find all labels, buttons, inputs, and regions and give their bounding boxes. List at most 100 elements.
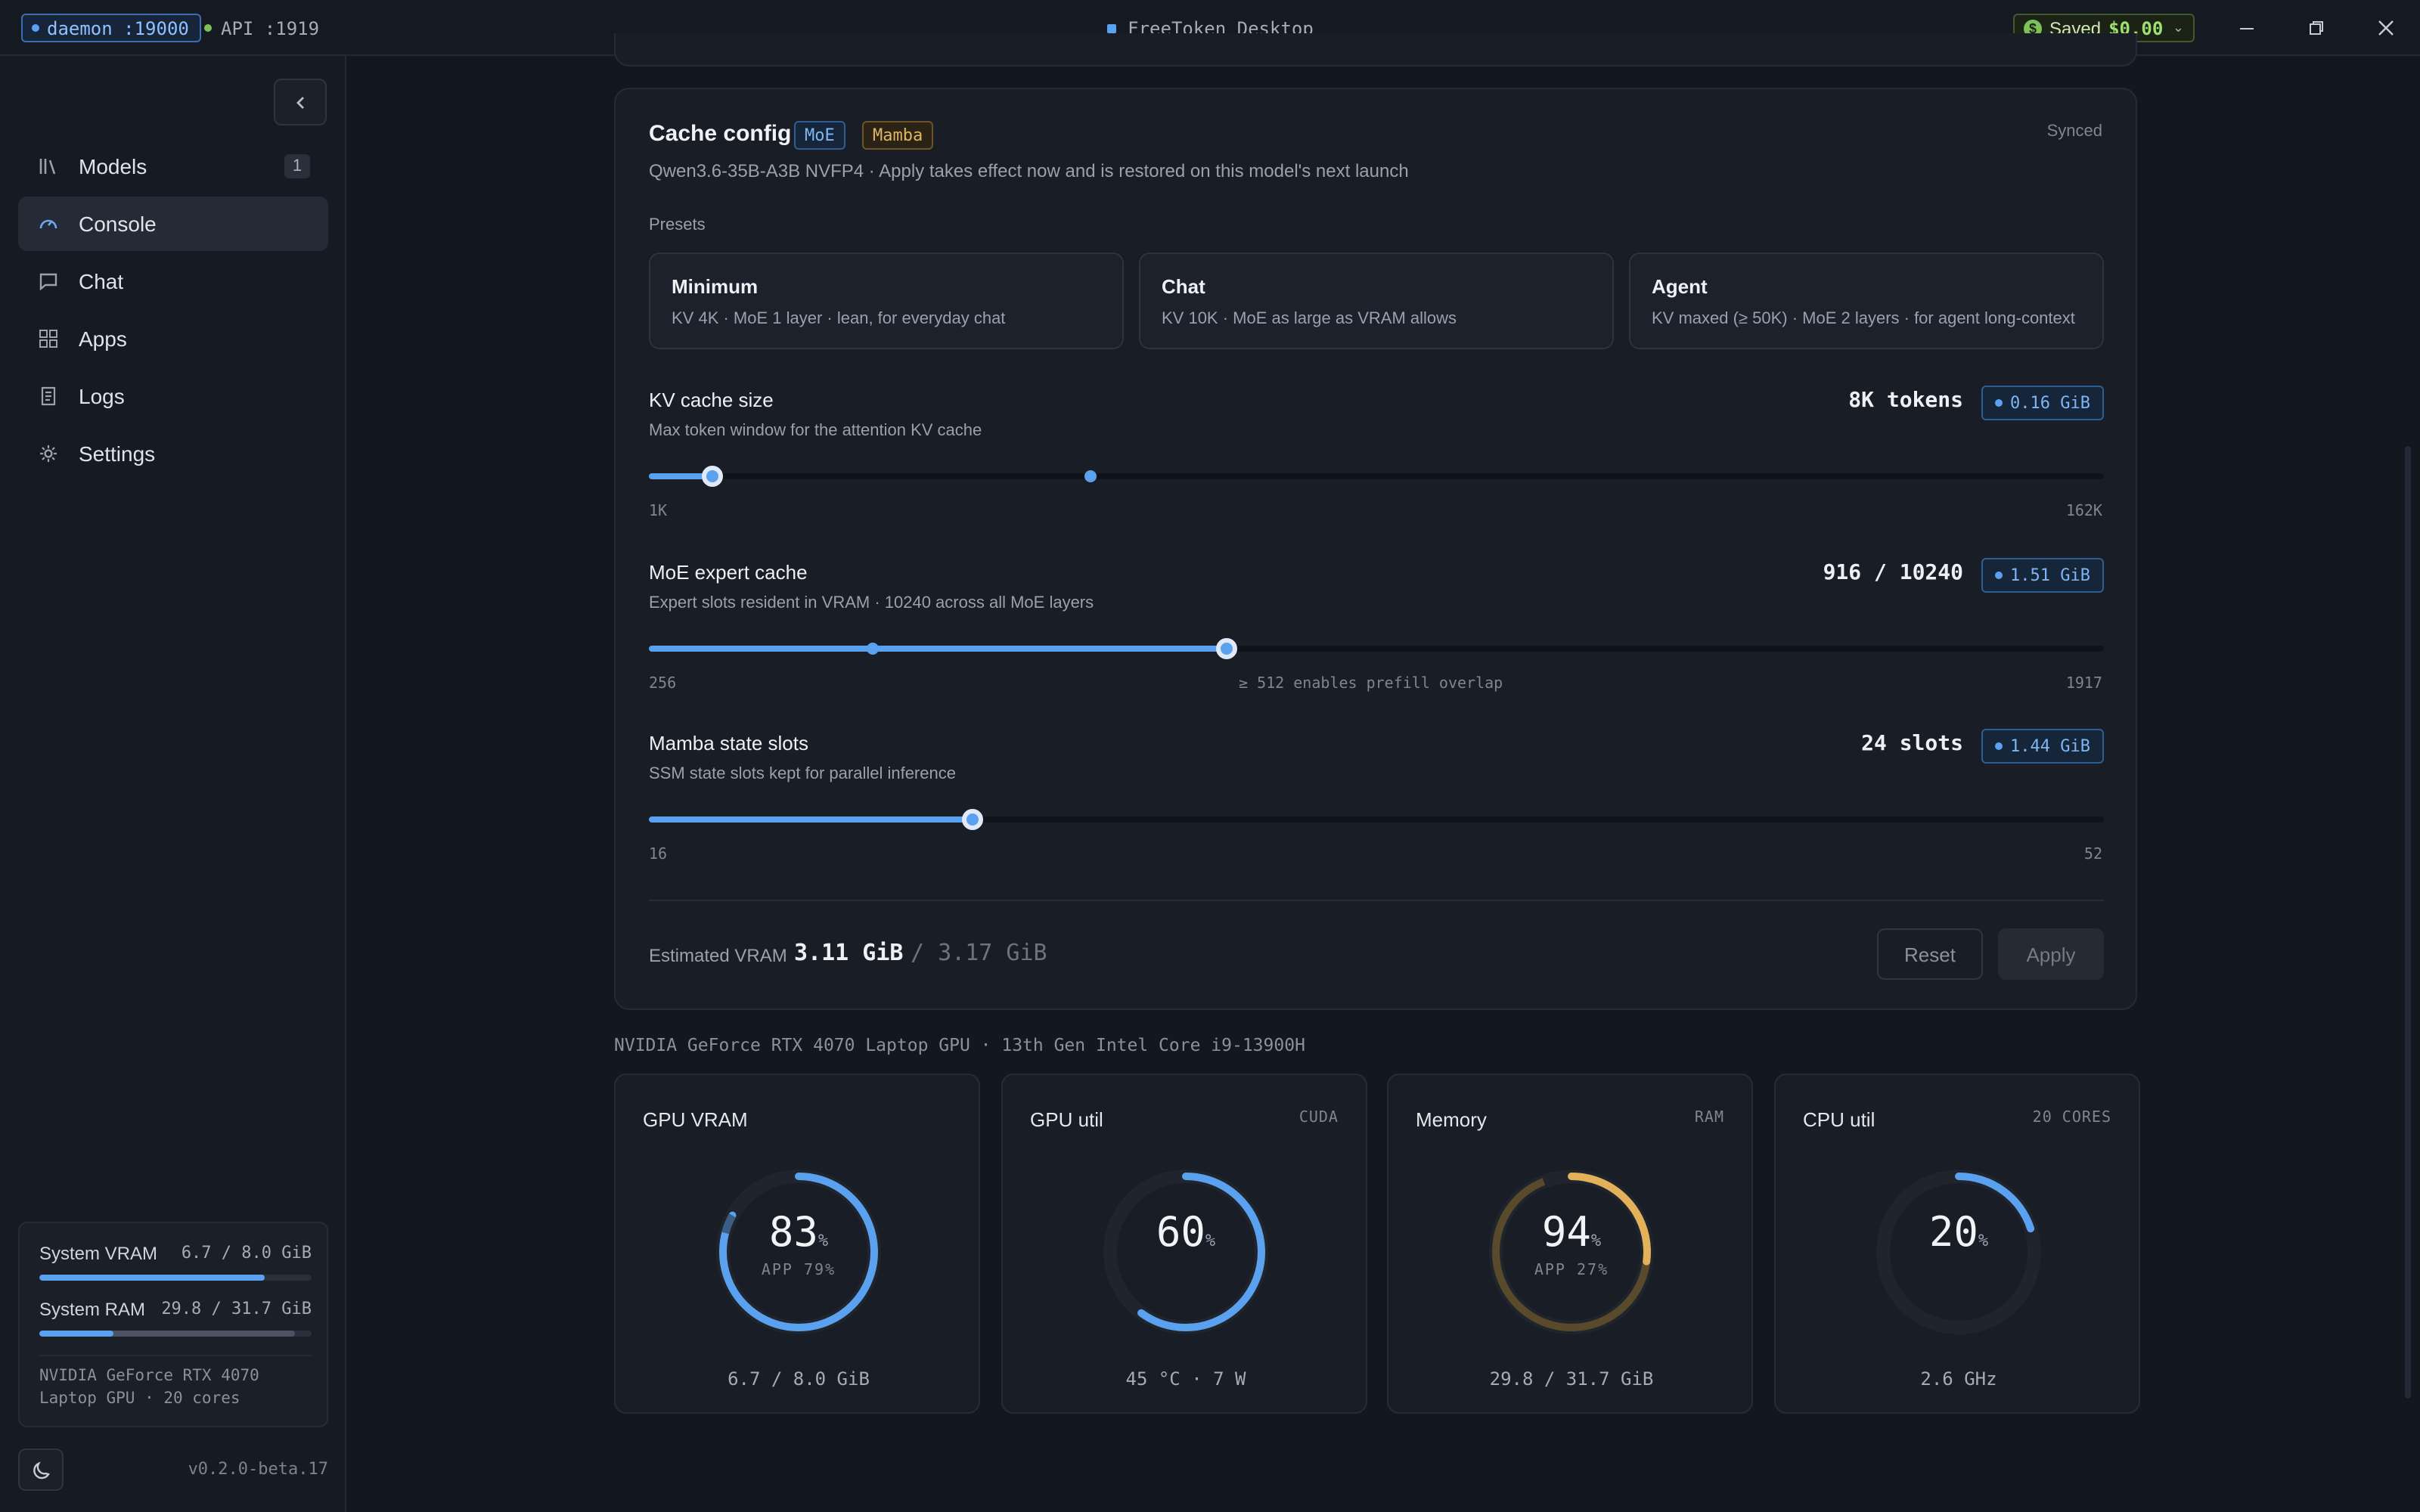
presets-label: Presets — [649, 216, 706, 234]
preset-name: Minimum — [672, 275, 759, 298]
moe-tag: MoE — [794, 121, 845, 150]
gauge-tag: RAM — [1694, 1110, 1724, 1126]
theme-toggle-button[interactable] — [18, 1448, 64, 1491]
sync-status: Synced — [2046, 122, 2102, 141]
gauge-value-wrap: 20% — [1776, 1210, 2142, 1256]
grid-icon — [38, 328, 59, 349]
collapse-sidebar-button[interactable] — [274, 79, 327, 125]
estimated-vram-label: Estimated VRAM — [649, 945, 787, 966]
preset-desc: KV 10K · MoE as large as VRAM allows — [1162, 310, 1457, 328]
mamba-slots-slider[interactable] — [649, 809, 2104, 830]
estimated-vram-value: 3.11 GiB — [794, 939, 904, 966]
system-ram-bar — [39, 1331, 312, 1337]
sidebar-item-apps[interactable]: Apps — [18, 311, 328, 366]
moe-cache-slider-fill — [649, 646, 1227, 652]
system-vram-row: System VRAM 6.7 / 8.0 GiB — [39, 1243, 312, 1264]
system-vram-bar-fill — [39, 1275, 265, 1281]
kv-cache-value: 8K tokens — [1848, 389, 1963, 413]
system-vram-bar — [39, 1275, 312, 1281]
preset-minimum[interactable]: Minimum KV 4K · MoE 1 layer · lean, for … — [649, 253, 1124, 349]
system-ram-value: 29.8 / 31.7 GiB — [161, 1299, 312, 1318]
mamba-slots-desc: SSM state slots kept for parallel infere… — [649, 765, 956, 783]
moe-cache-value: 916 / 10240 — [1823, 561, 1963, 585]
sidebar-item-chat[interactable]: Chat — [18, 254, 328, 308]
main-scrollbar[interactable] — [2405, 446, 2411, 1399]
kv-cache-preset-marker — [1084, 470, 1097, 482]
moe-cache-preset-marker — [867, 643, 880, 655]
gauge-sub: APP 79% — [761, 1263, 836, 1279]
gauge-memory: Memory RAM 94% APP 27% 29.8 / 31.7 GiB — [1387, 1074, 1753, 1414]
close-button[interactable] — [2363, 8, 2408, 47]
previous-card-edge — [614, 33, 2137, 67]
moe-cache-title: MoE expert cache — [649, 561, 808, 584]
sidebar-item-logs[interactable]: Logs — [18, 369, 328, 423]
gauge-value: 60 — [1156, 1210, 1205, 1256]
moe-cache-slider-thumb[interactable] — [1215, 638, 1237, 659]
divider — [39, 1355, 312, 1356]
gauge-tag: 20 CORES — [2032, 1110, 2111, 1126]
chevron-left-icon — [296, 96, 303, 108]
gauge-value: 20 — [1928, 1210, 1978, 1256]
gauge-tag: CUDA — [1298, 1110, 1339, 1126]
gauge-value: 83 — [768, 1210, 818, 1256]
gauge-footer: 6.7 / 8.0 GiB — [728, 1368, 870, 1390]
mamba-slots-slider-thumb[interactable] — [961, 809, 983, 830]
gib-dot — [1995, 399, 2003, 407]
gauge-unit: % — [1978, 1231, 1989, 1250]
preset-name: Chat — [1162, 275, 1205, 298]
app-logo-icon — [1106, 23, 1116, 33]
system-resources-card: System VRAM 6.7 / 8.0 GiB System RAM 29.… — [18, 1222, 328, 1427]
preset-agent[interactable]: Agent KV maxed (≥ 50K) · MoE 2 layers · … — [1629, 253, 2104, 349]
divider — [649, 900, 2104, 901]
gauge-gpu-util: GPU util CUDA 60% 45 °C · 7 W — [1001, 1074, 1367, 1414]
moe-cache-gib: 1.51 GiB — [2010, 565, 2090, 585]
moe-cache-min: 256 — [649, 676, 677, 692]
gauge-footer: 2.6 GHz — [1920, 1368, 1997, 1390]
moe-cache-hint: ≥ 512 enables prefill overlap — [1239, 676, 1503, 692]
gauge-value-wrap: 94% — [1388, 1210, 1754, 1256]
moe-cache-desc: Expert slots resident in VRAM · 10240 ac… — [649, 594, 1094, 612]
cache-config-card: Cache config MoE Mamba Synced Qwen3.6-35… — [614, 88, 2137, 1010]
restore-button[interactable] — [2293, 8, 2338, 47]
sidebar-item-models[interactable]: Models 1 — [18, 139, 328, 194]
system-ram-bar-app — [39, 1331, 113, 1337]
mamba-slots-slider-fill — [649, 816, 973, 823]
gib-dot — [1995, 742, 2003, 750]
minimize-icon — [2239, 27, 2253, 29]
mamba-tag: Mamba — [862, 121, 934, 150]
gauge-footer: 45 °C · 7 W — [1125, 1368, 1246, 1390]
system-vram-label: System VRAM — [39, 1243, 158, 1264]
reset-button[interactable]: Reset — [1877, 928, 1983, 980]
gauge-value-wrap: 60% — [1003, 1210, 1369, 1256]
kv-cache-desc: Max token window for the attention KV ca… — [649, 422, 982, 440]
sidebar: Models 1 Console Chat Apps Logs Settings… — [0, 56, 346, 1512]
sidebar-item-label: Logs — [79, 384, 125, 408]
gauge-title: CPU util — [1803, 1108, 1876, 1131]
version-label: v0.2.0-beta.17 — [188, 1459, 328, 1479]
system-ram-row: System RAM 29.8 / 31.7 GiB — [39, 1299, 312, 1320]
gauge-unit: % — [818, 1231, 829, 1250]
chevron-down-icon: ⌄ — [2172, 20, 2184, 35]
kv-cache-title: KV cache size — [649, 389, 774, 411]
kv-cache-slider-thumb[interactable] — [702, 466, 724, 487]
apply-button[interactable]: Apply — [1998, 928, 2104, 980]
preset-desc: KV 4K · MoE 1 layer · lean, for everyday… — [672, 310, 1006, 328]
preset-desc: KV maxed (≥ 50K) · MoE 2 layers · for ag… — [1652, 310, 2075, 328]
mamba-slots-gib-pill: 1.44 GiB — [1981, 729, 2104, 764]
preset-chat[interactable]: Chat KV 10K · MoE as large as VRAM allow… — [1139, 253, 1614, 349]
library-icon — [38, 156, 59, 177]
moe-cache-slider[interactable] — [649, 638, 2104, 659]
mamba-slots-value: 24 slots — [1861, 732, 1963, 756]
sidebar-item-settings[interactable]: Settings — [18, 426, 328, 481]
sidebar-item-console[interactable]: Console — [18, 197, 328, 251]
gauge-value-wrap: 83% — [616, 1210, 982, 1256]
kv-cache-slider[interactable] — [649, 466, 2104, 487]
gauge-unit: % — [1205, 1231, 1216, 1250]
hardware-info: NVIDIA GeForce RTX 4070 Laptop GPU · 13t… — [614, 1034, 1305, 1055]
moe-cache-max: 1917 — [2065, 676, 2102, 692]
minimize-button[interactable] — [2223, 8, 2269, 47]
gauge-icon — [38, 213, 59, 234]
kv-cache-min: 1K — [649, 503, 668, 520]
restore-icon — [2309, 20, 2322, 34]
close-icon — [2378, 20, 2393, 35]
